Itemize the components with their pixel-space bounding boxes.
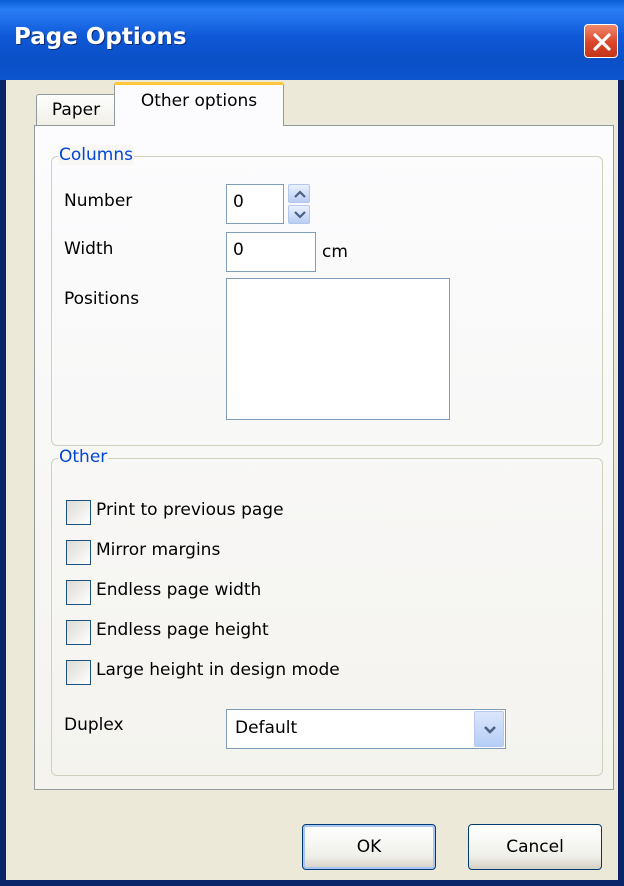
width-unit: cm	[322, 242, 348, 262]
spin-up-button[interactable]	[288, 184, 310, 203]
number-input[interactable]: 0	[226, 184, 284, 224]
checkbox-box[interactable]	[66, 580, 91, 605]
title-bar[interactable]: Page Options	[0, 0, 624, 80]
duplex-select[interactable]: Default	[226, 709, 506, 749]
ok-button[interactable]: OK	[302, 824, 436, 870]
checkbox-box[interactable]	[66, 620, 91, 645]
other-group: Other Print to previous page Mirror marg…	[51, 447, 603, 776]
dialog-window: Page Options Paper Other options Columns…	[0, 0, 624, 886]
dialog-body: Paper Other options Columns Number 0 Wid…	[6, 80, 618, 880]
checkbox-label: Mirror margins	[96, 540, 221, 560]
checkbox-label: Endless page height	[96, 620, 269, 640]
checkbox-label: Large height in design mode	[96, 660, 340, 680]
cancel-button-label: Cancel	[506, 837, 564, 857]
ok-button-label: OK	[356, 837, 382, 857]
number-spinner	[288, 184, 310, 224]
spin-down-button[interactable]	[288, 205, 310, 224]
tab-other-options-label: Other options	[140, 91, 258, 111]
close-icon	[593, 33, 611, 51]
duplex-value: Default	[235, 718, 298, 738]
width-value: 0	[233, 240, 244, 260]
positions-label: Positions	[64, 289, 140, 309]
other-group-label: Other	[58, 447, 109, 467]
duplex-dropdown-button[interactable]	[474, 711, 504, 747]
width-input[interactable]: 0	[226, 232, 316, 272]
checkbox-label: Print to previous page	[96, 500, 284, 520]
tab-paper[interactable]: Paper	[36, 94, 116, 126]
checkbox-box[interactable]	[66, 500, 91, 525]
width-label: Width	[64, 239, 114, 259]
checkbox-box[interactable]	[66, 660, 91, 685]
duplex-label: Duplex	[64, 715, 124, 735]
window-title: Page Options	[14, 24, 187, 50]
checkbox-label: Endless page width	[96, 580, 262, 600]
number-label: Number	[64, 191, 133, 211]
number-value: 0	[233, 192, 244, 212]
tab-paper-label: Paper	[51, 100, 101, 120]
columns-group: Columns Number 0 Width 0 cm Positions	[51, 145, 603, 446]
positions-textarea[interactable]	[226, 278, 450, 420]
chevron-down-icon	[484, 726, 496, 734]
chevron-down-icon	[294, 211, 306, 219]
tab-other-options[interactable]: Other options	[114, 82, 284, 126]
cancel-button[interactable]: Cancel	[468, 824, 602, 870]
checkbox-box[interactable]	[66, 540, 91, 565]
chevron-up-icon	[294, 190, 306, 198]
columns-group-label: Columns	[58, 145, 134, 165]
close-button[interactable]	[584, 24, 618, 58]
tab-panel: Columns Number 0 Width 0 cm Positions Ot…	[34, 125, 614, 790]
